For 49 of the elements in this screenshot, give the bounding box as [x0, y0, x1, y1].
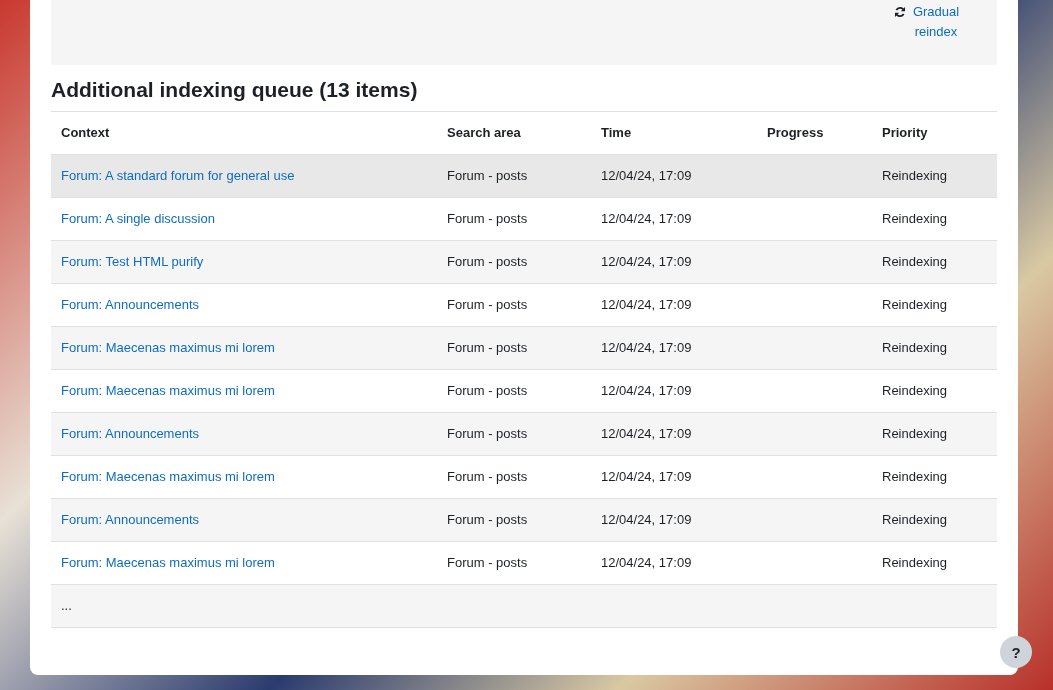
- table-cell-text: Reindexing: [881, 382, 949, 400]
- table-cell-text: Forum - posts: [446, 468, 529, 486]
- table-cell-text: Forum - posts: [446, 296, 529, 314]
- context-link[interactable]: Forum: Test HTML purify: [61, 254, 204, 269]
- table-cell-text: 12/04/24, 17:09: [600, 511, 693, 529]
- context-link[interactable]: Forum: Maecenas maximus mi lorem: [61, 340, 275, 355]
- table-cell-text: 12/04/24, 17:09: [600, 554, 693, 572]
- table-cell-text: 12/04/24, 17:09: [600, 253, 693, 271]
- table-cell-text: Forum - posts: [446, 511, 529, 529]
- context-link[interactable]: Forum: Announcements: [61, 297, 200, 312]
- table-cell-text: Reindexing: [881, 210, 949, 228]
- table-cell-text: Reindexing: [881, 339, 949, 357]
- table-cell-text: Forum - posts: [446, 554, 529, 572]
- column-header: Time: [600, 124, 633, 142]
- refresh-icon: [894, 6, 906, 18]
- context-link[interactable]: Forum: Maecenas maximus mi lorem: [61, 555, 275, 570]
- table-cell-text: Reindexing: [881, 296, 949, 314]
- table-cell-text: Forum - posts: [446, 253, 529, 271]
- table-cell-text: ...: [60, 597, 73, 615]
- gradual-reindex-link[interactable]: Gradual reindex: [894, 2, 960, 42]
- section-heading: Additional indexing queue (13 items): [51, 77, 419, 103]
- column-header: Search area: [446, 124, 522, 142]
- context-link[interactable]: Forum: Announcements: [61, 512, 200, 527]
- table-cell-text: Reindexing: [881, 554, 949, 572]
- table-cell-text: Forum - posts: [446, 339, 529, 357]
- context-link[interactable]: Forum: Announcements: [61, 426, 200, 441]
- table-cell-text: Forum - posts: [446, 210, 529, 228]
- table-cell-text: Reindexing: [881, 167, 949, 185]
- table-cell-text: 12/04/24, 17:09: [600, 339, 693, 357]
- table-cell-text: Reindexing: [881, 511, 949, 529]
- table-cell-text: Forum - posts: [446, 425, 529, 443]
- table-cell-text: 12/04/24, 17:09: [600, 468, 693, 486]
- table-cell-text: Reindexing: [881, 253, 949, 271]
- table-cell-text: 12/04/24, 17:09: [600, 425, 693, 443]
- table-cell-text: 12/04/24, 17:09: [600, 167, 693, 185]
- context-link[interactable]: Forum: Maecenas maximus mi lorem: [61, 469, 275, 484]
- column-header: Priority: [881, 124, 929, 142]
- table-cell-text: 12/04/24, 17:09: [600, 382, 693, 400]
- context-link[interactable]: Forum: A single discussion: [61, 211, 215, 226]
- column-header: Progress: [766, 124, 825, 142]
- table-cell-text: Forum - posts: [446, 382, 529, 400]
- table-cell-text: 12/04/24, 17:09: [600, 296, 693, 314]
- column-header: Context: [60, 124, 111, 142]
- table-cell-text: Reindexing: [881, 468, 949, 486]
- table-cell-text: 12/04/24, 17:09: [600, 210, 693, 228]
- context-link[interactable]: Forum: A standard forum for general use: [61, 168, 295, 183]
- table-cell-text: Reindexing: [881, 425, 949, 443]
- context-link[interactable]: Forum: Maecenas maximus mi lorem: [61, 383, 275, 398]
- table-cell-text: Forum - posts: [446, 167, 529, 185]
